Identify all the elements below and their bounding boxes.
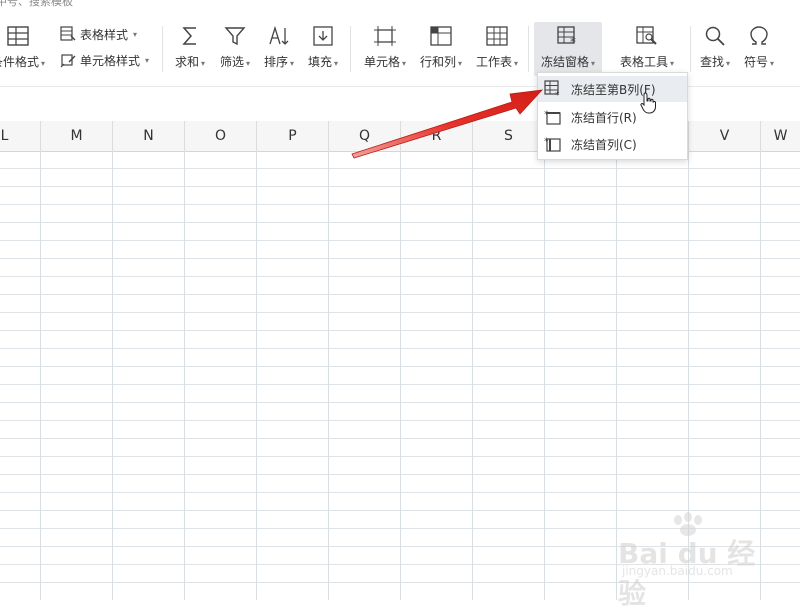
- watermark-url-text: jingyan.baidu.com: [622, 564, 733, 578]
- column-header[interactable]: L: [0, 121, 41, 151]
- filter-label: 筛选: [219, 55, 244, 69]
- ribbon-separator: [528, 26, 529, 72]
- find-label: 查找: [699, 55, 724, 69]
- grid-line: [328, 151, 329, 600]
- annotation-arrow-icon: [351, 89, 544, 159]
- menu-item-label: 冻结首列(C): [571, 137, 637, 152]
- baidu-jingyan-watermark: Bai du 经验 jingyan.baidu.com: [612, 512, 772, 610]
- symbol-button[interactable]: 符号 ▾: [740, 22, 778, 76]
- chevron-down-icon: ▾: [201, 59, 206, 68]
- column-header[interactable]: V: [689, 121, 761, 151]
- sigma-icon: [177, 22, 203, 50]
- chevron-down-icon: ▾: [514, 59, 519, 68]
- conditional-format-icon: [5, 22, 31, 50]
- worksheet-button[interactable]: 工作表 ▾: [472, 22, 522, 76]
- menu-item-label: 冻结首行(R): [571, 110, 637, 125]
- sort-button[interactable]: 排序 ▾: [260, 22, 298, 76]
- freeze-panes-label: 冻结窗格: [540, 55, 589, 69]
- freeze-panes-menu: * 冻结至第B列(F) * 冻结首行(R) * 冻结首列(C): [537, 72, 688, 160]
- row-column-button[interactable]: 行和列 ▾: [416, 22, 466, 76]
- symbol-label: 符号: [743, 55, 768, 69]
- sort-label: 排序: [263, 55, 288, 69]
- cell-icon: [372, 22, 398, 50]
- cell-style-button[interactable]: 单元格样式 ▾: [60, 50, 149, 70]
- svg-text:*: *: [555, 91, 560, 98]
- chevron-down-icon: ▾: [246, 59, 251, 68]
- worksheet-icon: [484, 22, 510, 50]
- table-tools-icon: [634, 22, 660, 50]
- menu-item-freeze-first-row[interactable]: * 冻结首行(R): [538, 104, 687, 130]
- table-style-icon: [60, 26, 76, 41]
- column-header[interactable]: W: [761, 121, 800, 151]
- chevron-down-icon: ▾: [145, 55, 150, 65]
- menu-item-freeze-first-column[interactable]: * 冻结首列(C): [538, 131, 687, 157]
- table-tools-label: 表格工具: [619, 55, 668, 69]
- menu-item-freeze-to-column[interactable]: * 冻结至第B列(F): [538, 76, 687, 102]
- grid-line: [400, 151, 401, 600]
- fill-label: 填充: [307, 55, 332, 69]
- fill-down-icon: [310, 22, 336, 50]
- cell-style-icon: [60, 54, 76, 68]
- worksheet-label: 工作表: [475, 55, 512, 69]
- ribbon-separator: [162, 26, 163, 72]
- search-template-hint: 中号、搜索模板: [0, 0, 73, 8]
- sum-label: 求和: [174, 55, 199, 69]
- find-button[interactable]: 查找 ▾: [696, 22, 734, 76]
- grid-line: [544, 151, 545, 600]
- grid-line: [112, 151, 113, 600]
- chevron-down-icon: ▾: [770, 59, 775, 68]
- table-style-button[interactable]: 表格样式 ▾: [60, 24, 137, 44]
- svg-text:*: *: [570, 35, 576, 47]
- cell-label: 单元格: [363, 55, 400, 69]
- column-header[interactable]: M: [41, 121, 113, 151]
- funnel-icon: [222, 22, 248, 50]
- chevron-down-icon: ▾: [458, 59, 463, 68]
- cell-button[interactable]: 单元格 ▾: [360, 22, 410, 76]
- chevron-down-icon: ▾: [133, 29, 138, 39]
- omega-icon: [746, 22, 772, 50]
- grid-line: [472, 151, 473, 600]
- freeze-panes-button[interactable]: * 冻结窗格 ▾: [534, 22, 602, 76]
- ribbon-separator: [350, 26, 351, 72]
- conditional-format-button[interactable]: 条件格式▾: [0, 22, 46, 76]
- ribbon-separator: [690, 26, 691, 72]
- search-icon: [702, 22, 728, 50]
- freeze-panes-icon: *: [555, 22, 581, 50]
- chevron-down-icon: ▾: [41, 59, 46, 68]
- column-header[interactable]: P: [257, 121, 329, 151]
- sort-icon: [266, 22, 292, 50]
- column-header[interactable]: O: [185, 121, 257, 151]
- row-column-label: 行和列: [419, 55, 456, 69]
- table-tools-button[interactable]: 表格工具 ▾: [614, 22, 680, 76]
- cell-style-label: 单元格样式: [80, 53, 141, 68]
- chevron-down-icon: ▾: [591, 59, 596, 68]
- table-style-label: 表格样式: [80, 27, 129, 42]
- column-header[interactable]: N: [113, 121, 185, 151]
- chevron-down-icon: ▾: [726, 59, 731, 68]
- grid-line: [256, 151, 257, 600]
- grid-line: [40, 151, 41, 600]
- mouse-pointer-icon: [640, 92, 656, 114]
- chevron-down-icon: ▾: [290, 59, 295, 68]
- fill-button[interactable]: 填充 ▾: [304, 22, 342, 76]
- sum-button[interactable]: 求和 ▾: [172, 22, 208, 76]
- grid-line: [184, 151, 185, 600]
- chevron-down-icon: ▾: [670, 59, 675, 68]
- chevron-down-icon: ▾: [402, 59, 407, 68]
- conditional-format-label: 条件格式: [0, 55, 39, 69]
- chevron-down-icon: ▾: [334, 59, 339, 68]
- row-column-icon: [428, 22, 454, 50]
- filter-button[interactable]: 筛选 ▾: [216, 22, 254, 76]
